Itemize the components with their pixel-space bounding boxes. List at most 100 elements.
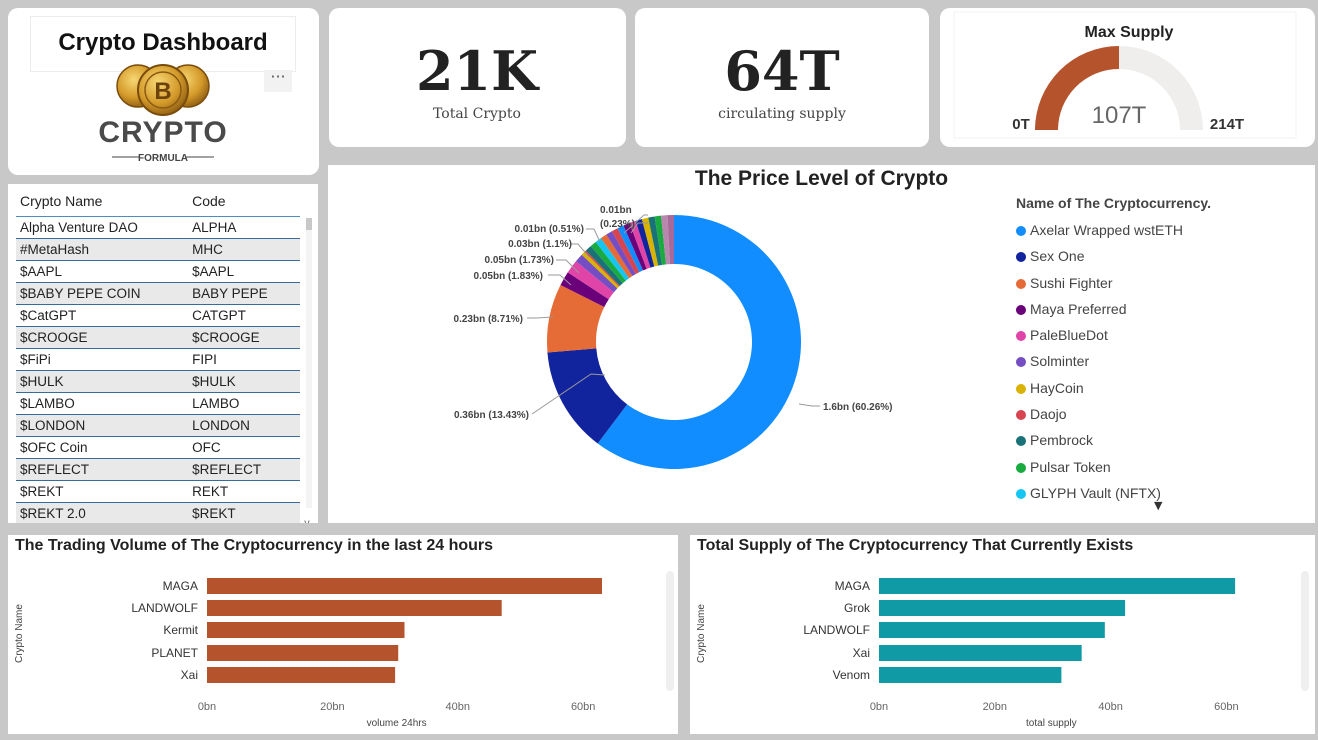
kpi-value: 21K [415, 39, 539, 103]
legend-dot-icon [1016, 278, 1026, 289]
table-row[interactable]: Alpha Venture DAO ALPHA [16, 216, 300, 239]
cell-crypto-name: #MetaHash [16, 238, 189, 261]
cell-code: BABY PEPE [188, 282, 300, 305]
legend-item[interactable]: Solminter [1016, 350, 1306, 376]
category-label: LANDWOLF [131, 601, 198, 615]
table-row[interactable]: $LONDON LONDON [16, 414, 300, 437]
scroll-down-arrow-icon[interactable]: v [304, 518, 310, 523]
x-axis-title: total supply [1026, 718, 1077, 729]
category-label: MAGA [163, 579, 198, 593]
crypto-formula-logo: B CRYPTO FORMULA [98, 64, 227, 164]
legend-dot-icon [1016, 436, 1026, 447]
table-row[interactable]: $LAMBO LAMBO [16, 392, 300, 415]
table-row[interactable]: $FiPi FIPI [16, 348, 300, 371]
more-options-button[interactable]: ··· [264, 69, 292, 92]
kpi-value: 64T [724, 39, 840, 103]
cell-code: CATGPT [188, 304, 300, 327]
cell-crypto-name: $AAPL [16, 260, 189, 283]
crypto-table-card: Crypto Name Code Alpha Venture DAO ALPHA #… [8, 184, 318, 523]
scroll-thumb[interactable] [306, 218, 312, 230]
slice-label: 0.05bn (1.83%) [474, 271, 543, 282]
x-axis-title: volume 24hrs [367, 718, 427, 729]
category-label: Grok [844, 601, 871, 615]
legend-item[interactable]: PaleBlueDot [1016, 324, 1306, 350]
cell-crypto-name: $CROOGE [16, 326, 189, 349]
trading-volume-chart-card: The Trading Volume of The Cryptocurrency… [8, 535, 678, 734]
cell-code: REKT [188, 480, 300, 503]
legend-label: GLYPH Vault (NFTX) [1030, 484, 1161, 501]
legend-dot-icon [1016, 357, 1026, 368]
table-row[interactable]: $AAPL $AAPL [16, 260, 300, 283]
slice-label: 0.23bn (8.71%) [454, 314, 523, 325]
legend-label: Pembrock [1030, 432, 1094, 449]
bar[interactable] [207, 645, 399, 661]
trading-volume-bar-chart[interactable]: 0bn 20bn 40bn 60bn volume 24hrs MAGA LANDWOLF K… [8, 535, 668, 734]
cell-code: LONDON [188, 414, 300, 437]
legend-item[interactable]: Daojo [1016, 403, 1306, 429]
gauge-max-label: 214T [1210, 116, 1244, 133]
bar[interactable] [207, 622, 405, 638]
table-row[interactable]: $OFC Coin OFC [16, 436, 300, 459]
legend-item[interactable]: Sushi Fighter [1016, 272, 1306, 298]
bar[interactable] [879, 645, 1082, 661]
bar[interactable] [879, 600, 1126, 616]
crypto-table: Crypto Name Code Alpha Venture DAO ALPHA #… [16, 186, 300, 523]
x-tick-label: 40bn [1098, 701, 1122, 713]
x-tick-label: 0bn [198, 701, 216, 713]
column-header-crypto-name[interactable]: Crypto Name [16, 186, 189, 217]
cell-code: $REFLECT [188, 458, 300, 481]
cell-crypto-name: $CatGPT [16, 304, 189, 327]
slice-label: 0.36bn (13.43%) [454, 410, 529, 421]
chart-scrollbar[interactable] [1301, 571, 1309, 691]
legend-item[interactable]: Sex One [1016, 245, 1306, 271]
bar[interactable] [879, 622, 1105, 638]
legend-item[interactable]: Pembrock [1016, 429, 1306, 455]
cell-crypto-name: $HULK [16, 370, 189, 393]
legend-item[interactable]: Pulsar Token [1016, 456, 1306, 482]
table-row[interactable]: $REKT 2.0 $REKT [16, 502, 300, 523]
x-tick-label: 20bn [320, 701, 344, 713]
total-supply-chart-card: Total Supply of The Cryptocurrency That … [690, 535, 1315, 734]
title-card: Crypto Dashboard B CRYPTO FORMULA ··· [8, 8, 319, 175]
cell-code: $REKT [188, 502, 300, 523]
legend-label: PaleBlueDot [1030, 327, 1108, 344]
legend-dot-icon [1016, 252, 1026, 263]
legend-item[interactable]: Axelar Wrapped wstETH [1016, 219, 1306, 245]
gauge-min-label: 0T [1012, 116, 1030, 133]
legend-scroll-down-icon[interactable]: ▼ [1154, 499, 1162, 512]
bar[interactable] [879, 578, 1236, 594]
cell-code: OFC [188, 436, 300, 459]
cell-crypto-name: $OFC Coin [16, 436, 189, 459]
chart-scrollbar[interactable] [666, 571, 674, 691]
legend-dot-icon [1016, 304, 1026, 315]
legend-label: Sushi Fighter [1030, 274, 1113, 291]
category-label: PLANET [151, 646, 198, 660]
gauge-title: Max Supply [1085, 24, 1174, 41]
table-row[interactable]: $REKT REKT [16, 480, 300, 503]
bar[interactable] [207, 667, 396, 683]
donut-chart[interactable]: 1.6bn (60.26%) 0.36bn (13.43%) 0.23bn (8… [328, 165, 1008, 523]
table-row[interactable]: #MetaHash MHC [16, 238, 300, 261]
x-tick-label: 20bn [983, 701, 1007, 713]
table-row[interactable]: $CatGPT CATGPT [16, 304, 300, 327]
cell-crypto-name: $REKT [16, 480, 189, 503]
total-supply-bar-chart[interactable]: 0bn 20bn 40bn 60bn total supply MAGA Grok LANDW… [690, 535, 1305, 734]
table-row[interactable]: $CROOGE $CROOGE [16, 326, 300, 349]
table-row[interactable]: $BABY PEPE COIN BABY PEPE [16, 282, 300, 305]
column-header-code[interactable]: Code [188, 186, 300, 217]
bar[interactable] [879, 667, 1062, 683]
bar[interactable] [207, 578, 602, 594]
slice-label: 0.05bn (1.73%) [485, 255, 554, 266]
cell-crypto-name: $LAMBO [16, 392, 189, 415]
cell-code: ALPHA [188, 216, 300, 239]
slice-label: (0.23%) [600, 219, 635, 230]
legend-label: Axelar Wrapped wstETH [1030, 222, 1184, 238]
table-row[interactable]: $HULK $HULK [16, 370, 300, 393]
bar[interactable] [207, 600, 502, 616]
legend-item[interactable]: HayCoin [1016, 377, 1306, 403]
table-row[interactable]: $REFLECT $REFLECT [16, 458, 300, 481]
table-scrollbar[interactable]: v [304, 218, 314, 523]
slice-label: 0.01bn [600, 205, 632, 216]
legend-item[interactable]: Maya Preferred [1016, 298, 1306, 324]
cell-crypto-name: $FiPi [16, 348, 189, 371]
